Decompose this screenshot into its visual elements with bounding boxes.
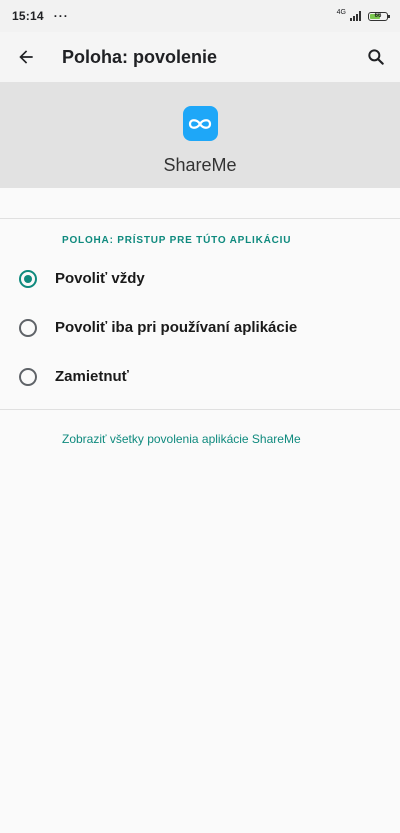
section-label: POLOHA: PRÍSTUP PRE TÚTO APLIKÁCIU [62,235,292,246]
notification-dots-icon: ··· [53,9,69,23]
radio-button[interactable] [19,318,37,337]
search-button[interactable] [364,45,388,69]
option-label: Povoliť vždy [55,270,145,287]
divider [0,218,400,219]
status-time: 15:14 [12,9,44,23]
status-icons: 4G 66 [336,8,390,21]
signal-icon [350,11,361,21]
option-label: Zamietnuť [55,368,129,385]
app-icon [182,106,218,141]
radio-button[interactable] [19,269,37,288]
app-header: ShareMe [0,82,400,188]
arrow-left-icon [19,50,33,64]
radio-button[interactable] [19,367,37,386]
app-bar: Poloha: povolenie [0,32,400,82]
search-icon [368,49,384,65]
option-label: Povoliť iba pri používaní aplikácie [55,319,298,336]
battery-level: 66 [374,13,382,19]
app-name: ShareMe [163,155,237,175]
page-title: Poloha: povolenie [62,46,218,67]
network-type: 4G [336,8,346,16]
option-allow-always[interactable]: Povoliť vždy [0,254,400,303]
permission-options: Povoliť vždy Povoliť iba pri používaní a… [0,254,400,401]
show-all-permissions-link[interactable]: Zobraziť všetky povolenia aplikácie Shar… [62,432,400,446]
status-bar: 15:14 ··· 4G 66 [0,0,400,32]
radio-dot [24,274,32,283]
option-deny[interactable]: Zamietnuť [0,352,400,401]
infinity-loop-icon [188,118,212,129]
divider [0,409,400,410]
battery-icon: 66 [368,11,390,21]
back-button[interactable] [14,45,38,69]
option-allow-while-using[interactable]: Povoliť iba pri používaní aplikácie [0,303,400,352]
